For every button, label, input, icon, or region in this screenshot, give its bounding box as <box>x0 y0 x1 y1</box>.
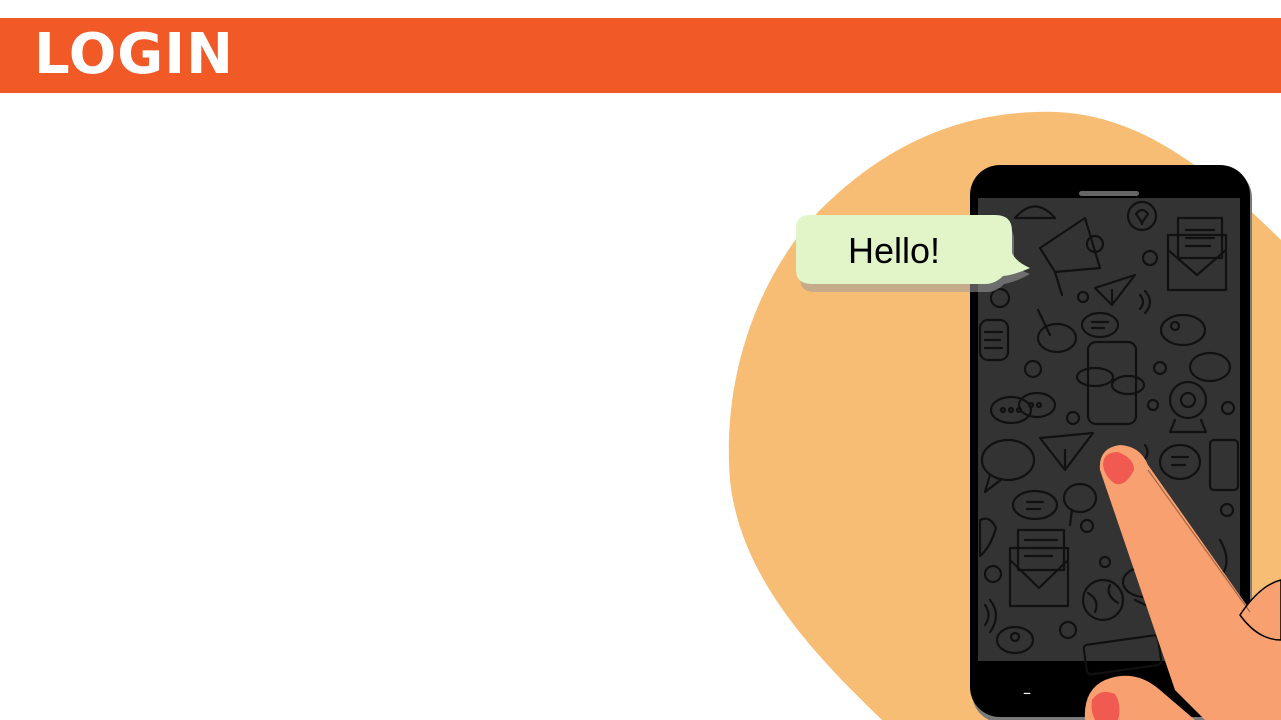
login-slide: LOGIN – Hello! <box>0 0 1281 720</box>
speech-bubble: Hello! <box>796 215 1030 292</box>
speaker-grille <box>1079 191 1139 196</box>
speech-bubble-text: Hello! <box>848 230 940 271</box>
phone-illustration: – ‹ Hello! <box>728 111 1281 720</box>
thumb-nail <box>1091 692 1120 720</box>
nav-home-button[interactable]: – <box>1023 683 1031 702</box>
